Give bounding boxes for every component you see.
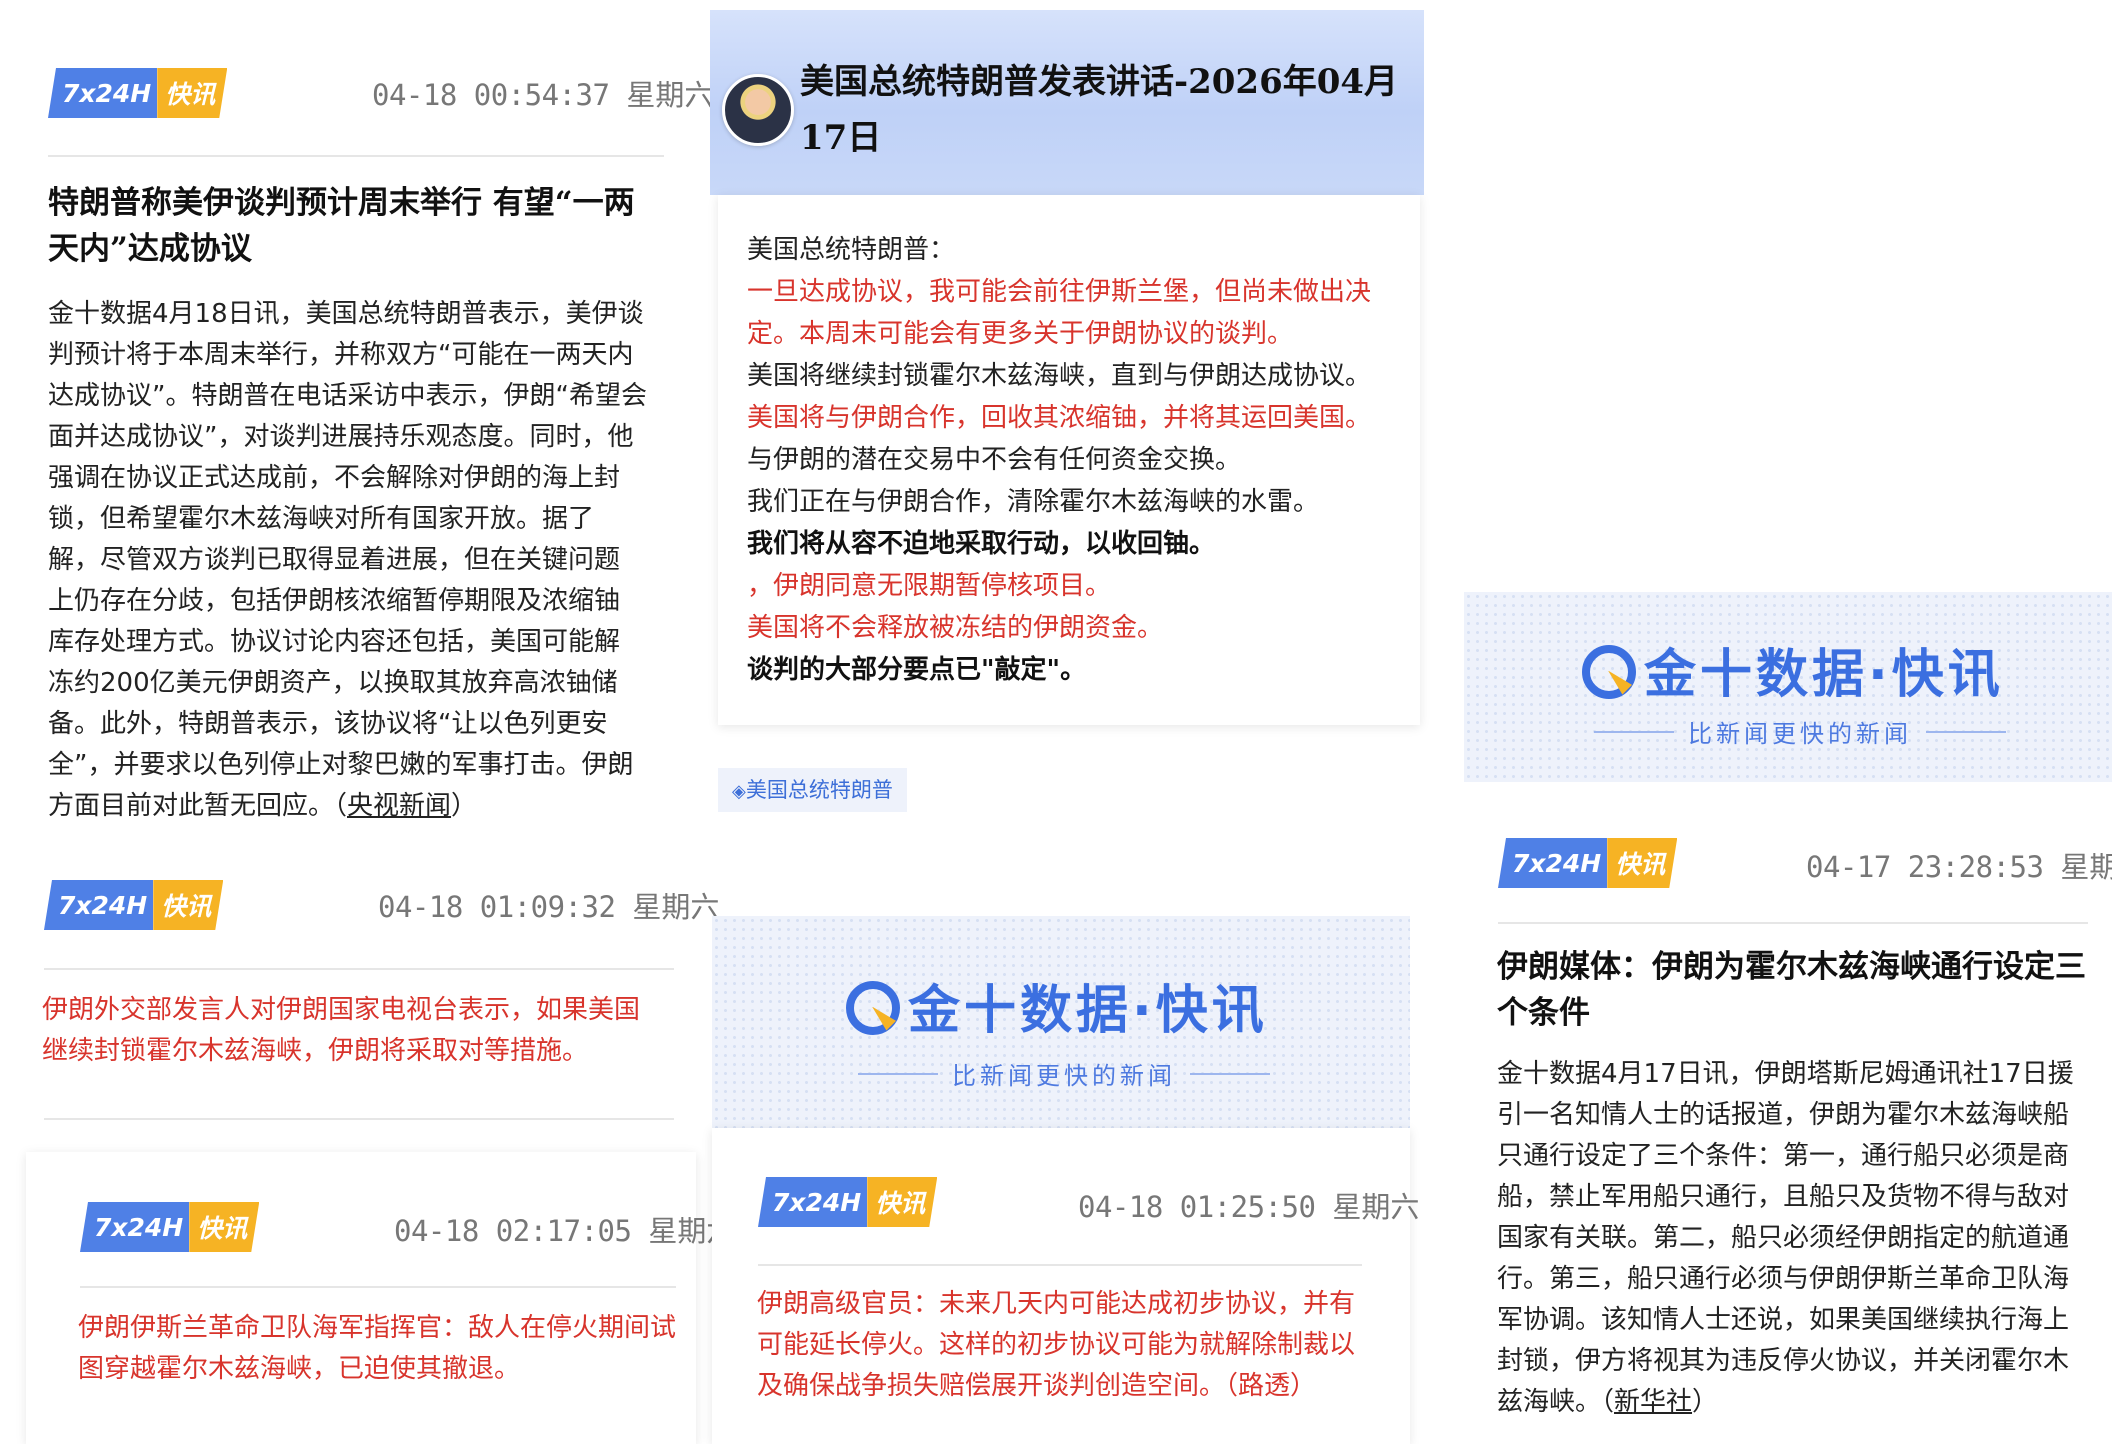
badge-7x24h: 7x24H [48, 68, 158, 118]
jin10-logo: 金十数据·快讯 [1578, 632, 2004, 707]
timestamp: 04-18 01:25:50 星期六 [1078, 1190, 1420, 1224]
timestamp: 04-18 00:54:37 星期六 [372, 78, 714, 112]
badge-kuaixun: 快讯 [867, 1177, 937, 1227]
news-body[interactable]: 伊朗高级官员：未来几天内可能达成初步协议，并有 可能延长停火。这样的初步协议可能为… [757, 1284, 1397, 1407]
speech-line: 美国将不会释放被冻结的伊朗资金。 [747, 613, 1164, 643]
flash-badge: 7x24H 快讯 [758, 1177, 937, 1227]
news-body: 金十数据4月18日讯，美国总统特朗普表示，美伊谈 判预计将于本周末举行，并称双方“… [48, 299, 647, 821]
topic-tag[interactable]: ◈美国总统特朗普 [718, 768, 907, 812]
news-headline[interactable]: 特朗普称美伊谈判预计周末举行 有望“一两 天内”达成协议 [48, 180, 688, 272]
layers-icon: ◈ [732, 781, 746, 802]
speech-line: 我们正在与伊朗合作，清除霍尔木兹海峡的水雷。 [747, 487, 1320, 517]
source-link[interactable]: 央视新闻 [347, 791, 451, 821]
speech-line: 我们将从容不迫地采取行动，以收回铀。 [747, 529, 1216, 559]
badge-kuaixun: 快讯 [153, 880, 223, 930]
speech-line: ，伊朗同意无限期暂停核项目。 [747, 571, 1112, 601]
flash-badge: 7x24H 快讯 [80, 1202, 259, 1252]
trump-avatar [722, 74, 794, 146]
speech-line: 一旦达成协议，我可能会前往伊斯兰堡，但尚未做出决 [747, 277, 1372, 307]
badge-7x24h: 7x24H [44, 880, 154, 930]
badge-kuaixun: 快讯 [157, 68, 227, 118]
speech-line: 定。本周末可能会有更多关于伊朗协议的谈判。 [747, 319, 1294, 349]
news-body[interactable]: 伊朗伊斯兰革命卫队海军指挥官：敌人在停火期间试 图穿越霍尔木兹海峡，已迫使其撤退。 [78, 1308, 698, 1390]
news-card-3 [26, 1152, 696, 1444]
jin10-banner: 金十数据·快讯 比新闻更快的新闻 [1464, 592, 2112, 782]
timestamp: 04-18 02:17:05 星期六 [394, 1214, 736, 1248]
badge-kuaixun: 快讯 [189, 1202, 259, 1252]
badge-7x24h: 7x24H [758, 1177, 868, 1227]
divider [758, 1264, 1362, 1266]
timestamp: 04-18 01:09:32 星期六 [378, 890, 720, 924]
speech-line: 谈判的大部分要点已"敲定"。 [747, 655, 1087, 685]
flash-badge: 7x24H 快讯 [44, 880, 223, 930]
speech-line: 美国将继续封锁霍尔木兹海峡，直到与伊朗达成协议。 [747, 361, 1372, 391]
jin10-logo-icon [842, 977, 900, 1035]
news-headline[interactable]: 伊朗媒体：伊朗为霍尔木兹海峡通行设定三 个条件 [1497, 944, 2097, 1036]
divider [44, 968, 674, 970]
speech-line: 美国将与伊朗合作，回收其浓缩铀，并将其运回美国。 [747, 403, 1372, 433]
speech-title[interactable]: 美国总统特朗普发表讲话-2026年04月 17日 [800, 54, 1410, 166]
slogan: 比新闻更快的新闻 [844, 1056, 1284, 1091]
news-body[interactable]: 伊朗外交部发言人对伊朗国家电视台表示，如果美国 继续封锁霍尔木兹海峡，伊朗将采取对… [42, 990, 692, 1072]
jin10-logo: 金十数据·快讯 [842, 968, 1268, 1043]
divider [48, 155, 664, 157]
badge-kuaixun: 快讯 [1607, 838, 1677, 888]
divider [80, 1286, 676, 1288]
logo-text: 金十数据·快讯 [908, 981, 1268, 1041]
flash-badge: 7x24H 快讯 [1498, 838, 1677, 888]
flash-badge: 7x24H 快讯 [48, 68, 227, 118]
divider [44, 1118, 674, 1120]
news-body: 金十数据4月17日讯，伊朗塔斯尼姆通讯社17日援 引一名知情人士的话报道，伊朗为霍… [1497, 1059, 2074, 1417]
speech-line: 美国总统特朗普： [747, 235, 956, 265]
badge-7x24h: 7x24H [1498, 838, 1608, 888]
logo-text: 金十数据·快讯 [1644, 645, 2004, 705]
jin10-logo-icon [1578, 641, 1636, 699]
timestamp: 04-17 23:28:53 星期五 [1806, 850, 2112, 884]
slogan: 比新闻更快的新闻 [1580, 714, 2020, 749]
speech-line: 与伊朗的潜在交易中不会有任何资金交换。 [747, 445, 1242, 475]
jin10-banner: 金十数据·快讯 比新闻更快的新闻 [712, 916, 1410, 1128]
source-link[interactable]: 新华社 [1614, 1387, 1692, 1417]
divider [1498, 922, 2088, 924]
badge-7x24h: 7x24H [80, 1202, 190, 1252]
